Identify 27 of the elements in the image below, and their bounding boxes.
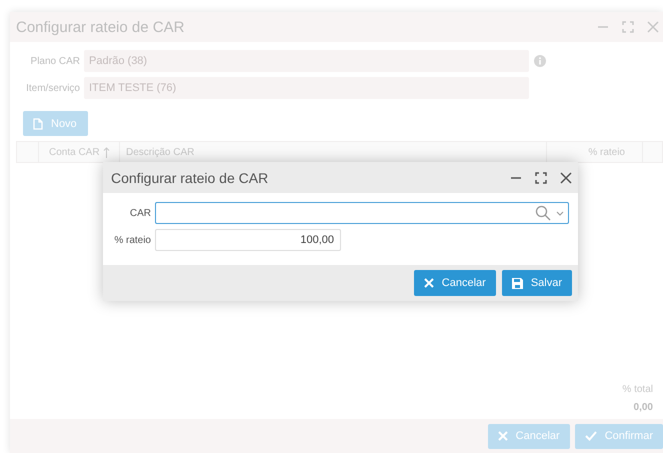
close-icon [560, 172, 572, 184]
confirm-button[interactable]: Confirmar [574, 424, 663, 448]
minimize-icon [597, 26, 609, 28]
window-title: Configurar rateio de CAR [111, 170, 268, 186]
minimize-icon [510, 176, 522, 178]
new-button[interactable]: Novo [23, 111, 88, 136]
maximize-icon [622, 21, 634, 33]
caret-icon [556, 210, 564, 216]
close-icon [498, 431, 508, 441]
field-label: % rateio [113, 234, 151, 246]
cancel-button[interactable]: Cancelar [488, 424, 570, 448]
save-button[interactable]: Salvar [502, 270, 572, 296]
field-label: Item/serviço [25, 82, 80, 94]
close-icon [424, 278, 434, 288]
check-icon [584, 431, 597, 441]
search-icon [535, 205, 551, 221]
save-icon [512, 278, 523, 288]
maximize-icon [535, 172, 547, 184]
close-icon [647, 21, 659, 33]
field-label: Plano CAR [30, 56, 80, 66]
field-label: CAR [128, 208, 151, 218]
input-field[interactable]: 100,00 [155, 229, 341, 251]
total-value: 0,00 [634, 402, 653, 413]
lookup-field[interactable] [155, 202, 569, 224]
cancel-button[interactable]: Cancelar [414, 270, 496, 296]
document-icon [33, 118, 43, 130]
window-title: Configurar rateio de CAR [16, 18, 184, 36]
